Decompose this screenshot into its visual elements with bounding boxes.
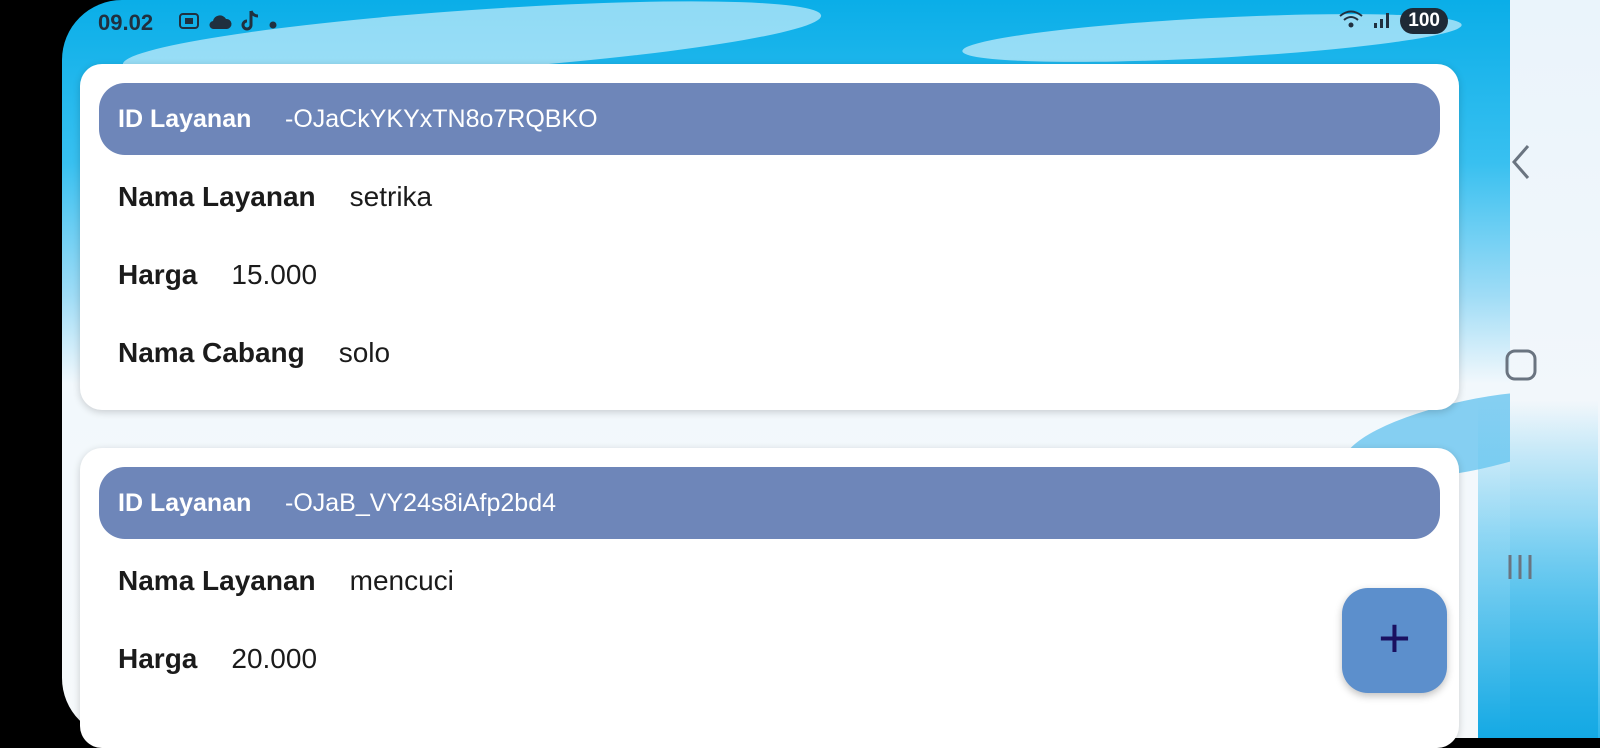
service-branch-row: Nama Cabang solo [118, 337, 390, 369]
battery-level: 100 [1408, 10, 1440, 31]
service-name-row: Nama Layanan setrika [118, 181, 432, 213]
add-service-button[interactable]: + [1342, 588, 1447, 693]
home-icon[interactable] [1504, 348, 1538, 389]
plus-icon: + [1378, 606, 1411, 669]
service-id-value: -OJaCkYKYxTN8o7RQBKO [285, 105, 598, 133]
service-id-value: -OJaB_VY24s8iAfp2bd4 [285, 489, 557, 517]
recent-apps-icon[interactable] [1504, 552, 1538, 591]
status-bar: 09.02 100 [98, 8, 1448, 38]
service-name-value: mencuci [349, 565, 454, 596]
dot-icon [268, 13, 278, 36]
service-name-value: setrika [349, 181, 433, 212]
background-right-water [1478, 400, 1598, 738]
service-id-header: ID Layanan -OJaCkYKYxTN8o7RQBKO [99, 83, 1440, 155]
service-branch-value: solo [338, 337, 391, 368]
service-name-row: Nama Layanan mencuci [118, 565, 454, 597]
status-time: 09.02 [98, 10, 154, 35]
service-branch-label: Nama Cabang [118, 337, 305, 368]
service-id-header: ID Layanan -OJaB_VY24s8iAfp2bd4 [99, 467, 1440, 539]
service-card[interactable]: ID Layanan -OJaCkYKYxTN8o7RQBKO Nama Lay… [80, 64, 1459, 410]
wifi-icon [1338, 9, 1364, 34]
service-id-label: ID Layanan [118, 489, 252, 517]
screenshot-icon [178, 11, 200, 37]
service-card[interactable]: ID Layanan -OJaB_VY24s8iAfp2bd4 Nama Lay… [80, 448, 1459, 748]
cloud-icon [208, 13, 232, 36]
battery-icon: 100 [1400, 8, 1448, 34]
service-id-label: ID Layanan [118, 105, 252, 133]
service-price-row: Harga 20.000 [118, 643, 317, 675]
service-price-label: Harga [118, 259, 198, 290]
tiktok-icon [240, 10, 260, 38]
service-price-label: Harga [118, 643, 198, 674]
service-price-row: Harga 15.000 [118, 259, 317, 291]
service-name-label: Nama Layanan [118, 181, 316, 212]
back-icon[interactable] [1504, 142, 1538, 187]
status-icons-right: 100 [1338, 8, 1448, 34]
status-icons-left [178, 10, 278, 38]
service-price-value: 20.000 [231, 643, 318, 674]
service-name-label: Nama Layanan [118, 565, 316, 596]
signal-icon [1372, 9, 1392, 34]
service-price-value: 15.000 [231, 259, 318, 290]
